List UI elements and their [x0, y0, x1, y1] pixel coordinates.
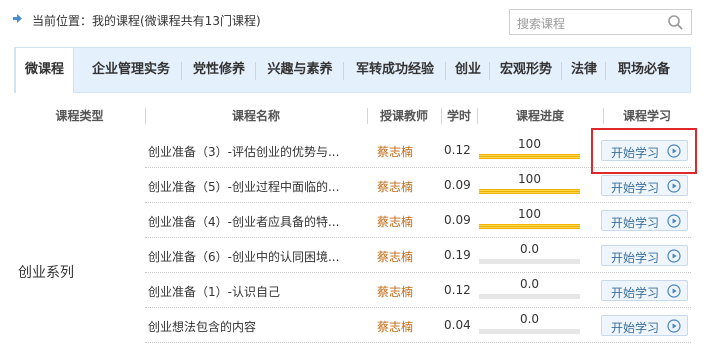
start-study-button[interactable]: 开始学习 — [601, 280, 688, 301]
course-name[interactable]: 创业准备（6）-创业中的认同困境... — [148, 248, 339, 265]
progress-bar: 0.0 — [479, 277, 580, 301]
header-course-type: 课程类型 — [55, 109, 104, 123]
play-circle-icon — [667, 179, 681, 193]
progress-value: 100 — [518, 137, 541, 151]
play-circle-icon — [667, 319, 681, 333]
header-teacher: 授课教师 — [379, 109, 428, 123]
table-row: 创业准备（4）-创业者应具备的特... 蔡志楠 0.09 100 开始学习 — [145, 203, 691, 238]
progress-bar: 100 — [479, 207, 580, 231]
course-hours: 0.09 — [444, 178, 471, 192]
start-study-label: 开始学习 — [611, 216, 660, 230]
tab-divider — [561, 62, 562, 80]
course-teacher: 蔡志楠 — [377, 250, 414, 264]
course-hours: 0.04 — [444, 318, 471, 332]
tab-divider — [181, 62, 182, 80]
tab-workplace-essentials[interactable]: 职场必备 — [607, 48, 681, 92]
tab-interest-literacy[interactable]: 兴趣与素养 — [257, 48, 343, 92]
progress-bar: 100 — [479, 172, 580, 196]
tab-divider — [605, 62, 606, 80]
start-study-label: 开始学习 — [611, 286, 660, 300]
progress-track — [479, 224, 580, 229]
progress-value: 0.0 — [519, 312, 540, 326]
top-bar: 当前位置：我的课程(微课程共有13门课程) 搜索课程 — [0, 0, 703, 42]
highlight-annotation — [591, 128, 697, 174]
start-study-button[interactable]: 开始学习 — [601, 245, 688, 266]
course-hours: 0.09 — [444, 213, 471, 227]
table-row: 创业想法包含的内容 蔡志楠 0.04 0.0 开始学习 — [145, 308, 691, 343]
progress-value: 100 — [518, 207, 541, 221]
course-category: 创业系列 — [18, 265, 74, 281]
course-name[interactable]: 创业准备（5）-创业过程中面临的... — [148, 178, 339, 195]
progress-track — [479, 189, 580, 194]
tab-party-cultivation[interactable]: 党性修养 — [183, 48, 255, 92]
progress-track — [479, 294, 580, 299]
tab-divider — [343, 62, 344, 80]
course-teacher: 蔡志楠 — [377, 285, 414, 299]
breadcrumb: 当前位置：我的课程(微课程共有13门课程) — [32, 14, 261, 28]
progress-track — [479, 329, 580, 334]
progress-track — [479, 154, 580, 159]
progress-bar: 100 — [479, 137, 580, 161]
tab-macro-situation[interactable]: 宏观形势 — [491, 48, 561, 92]
progress-value: 0.0 — [519, 277, 540, 291]
start-study-label: 开始学习 — [611, 181, 660, 195]
search-box[interactable]: 搜索课程 — [509, 9, 692, 35]
course-teacher: 蔡志楠 — [377, 215, 414, 229]
tab-entrepreneurship[interactable]: 创业 — [447, 48, 489, 92]
progress-value: 100 — [518, 172, 541, 186]
course-name[interactable]: 创业准备（3）-评估创业的优势与... — [148, 143, 339, 160]
course-name[interactable]: 创业想法包含的内容 — [148, 318, 256, 335]
course-name[interactable]: 创业准备（1）-认识自己 — [148, 283, 280, 300]
progress-track — [479, 259, 580, 264]
progress-fill — [479, 189, 580, 194]
progress-fill — [479, 154, 580, 159]
search-icon[interactable] — [667, 14, 684, 31]
header-progress: 课程进度 — [515, 109, 564, 123]
tab-law[interactable]: 法律 — [563, 48, 605, 92]
course-hours: 0.12 — [444, 143, 471, 157]
header-study: 课程学习 — [622, 109, 671, 123]
table-row: 创业准备（6）-创业中的认同困境... 蔡志楠 0.19 0.0 开始学习 — [145, 238, 691, 273]
tab-weikecheng[interactable]: 微课程 — [15, 48, 74, 93]
category-tabs: 微课程 企业管理实务 党性修养 兴趣与素养 军转成功经验 创业 宏观形势 法律 … — [14, 47, 691, 93]
play-circle-icon — [667, 284, 681, 298]
tab-divider — [255, 62, 256, 80]
tab-military-transition[interactable]: 军转成功经验 — [345, 48, 445, 92]
progress-bar: 0.0 — [479, 242, 580, 266]
start-study-button[interactable]: 开始学习 — [601, 210, 688, 231]
start-study-button[interactable]: 开始学习 — [601, 315, 688, 336]
header-course-name: 课程名称 — [231, 109, 280, 123]
location-arrow-icon — [13, 14, 22, 23]
tab-divider — [489, 62, 490, 80]
course-hours: 0.12 — [444, 283, 471, 297]
start-study-button[interactable]: 开始学习 — [601, 175, 688, 196]
table-row: 创业准备（1）-认识自己 蔡志楠 0.12 0.0 开始学习 — [145, 273, 691, 308]
start-study-label: 开始学习 — [611, 251, 660, 265]
tab-divider — [445, 62, 446, 80]
start-study-label: 开始学习 — [611, 321, 660, 335]
search-input[interactable]: 搜索课程 — [517, 15, 565, 32]
play-circle-icon — [667, 249, 681, 263]
tab-enterprise-management[interactable]: 企业管理实务 — [81, 48, 181, 92]
course-teacher: 蔡志楠 — [377, 145, 414, 159]
table-header: 课程类型 课程名称 授课教师 学时 课程进度 课程学习 — [14, 101, 691, 131]
progress-fill — [479, 224, 580, 229]
progress-bar: 0.0 — [479, 312, 580, 336]
course-name[interactable]: 创业准备（4）-创业者应具备的特... — [148, 213, 339, 230]
header-hours: 学时 — [446, 109, 471, 123]
course-hours: 0.19 — [444, 248, 471, 262]
course-teacher: 蔡志楠 — [377, 320, 414, 334]
progress-value: 0.0 — [519, 242, 540, 256]
course-teacher: 蔡志楠 — [377, 180, 414, 194]
play-circle-icon — [667, 214, 681, 228]
